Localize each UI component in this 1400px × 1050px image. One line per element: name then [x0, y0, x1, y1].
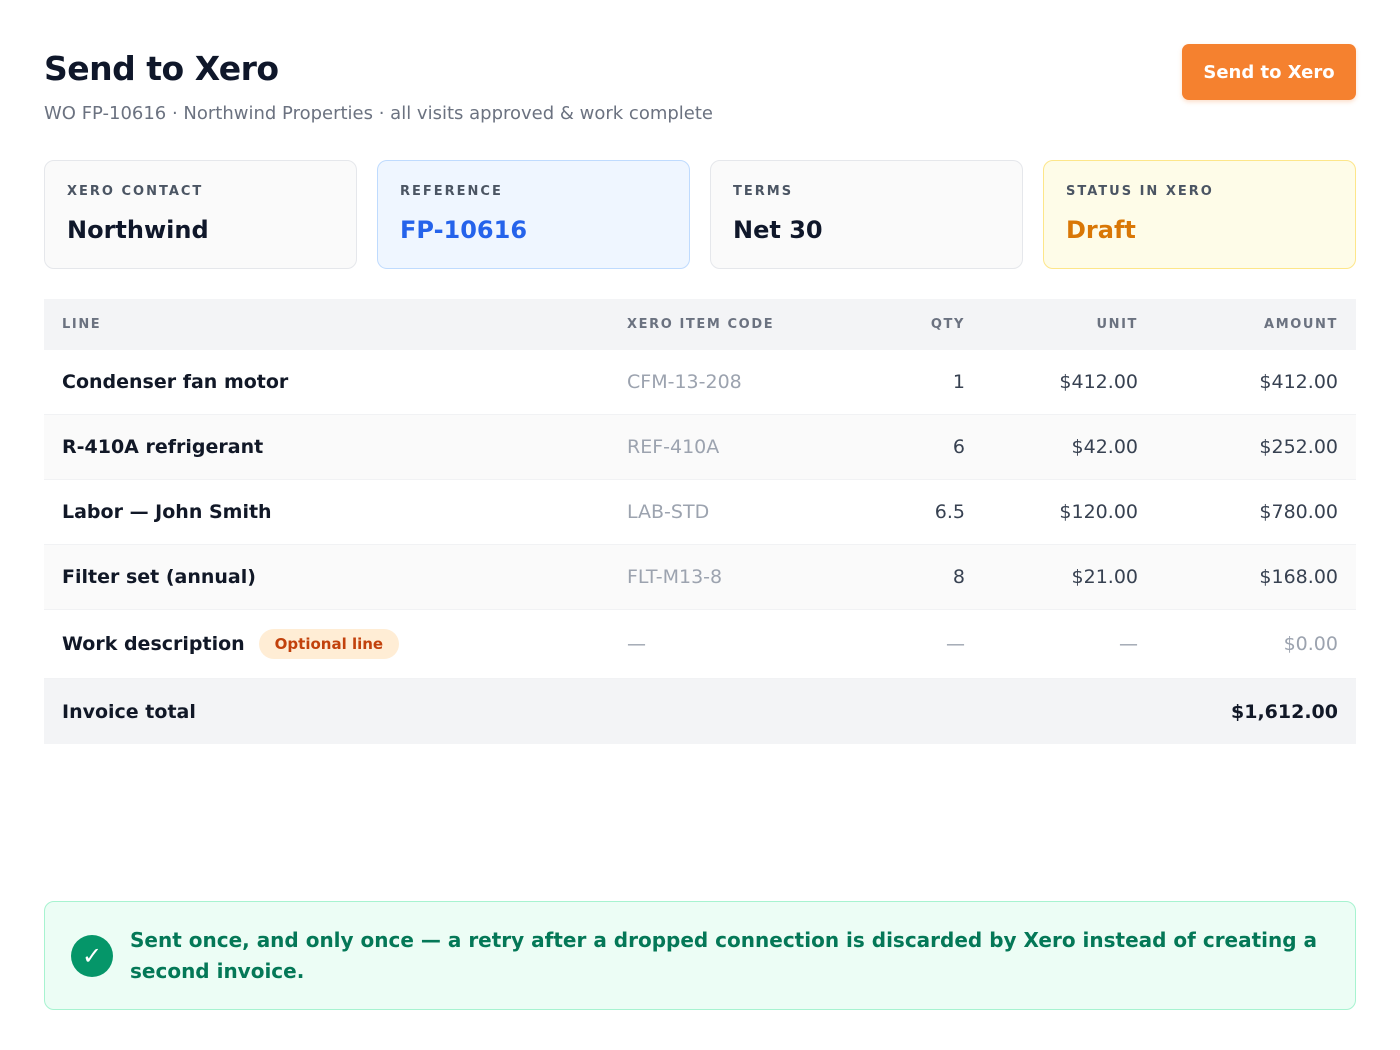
invoice-total-row: Invoice total $1,612.00: [44, 679, 1356, 744]
line-cell: Work description Optional line: [62, 629, 627, 659]
qty: 6: [952, 436, 965, 458]
column-header-unit: UNIT: [1096, 317, 1138, 332]
amount: $0.00: [1283, 633, 1338, 655]
card-label: REFERENCE: [400, 184, 503, 199]
notice-text: Sent once, and only once — a retry after…: [130, 927, 1318, 983]
item-code: LAB-STD: [627, 501, 710, 523]
unit-price: —: [1119, 633, 1138, 655]
page-header: Send to Xero WO FP-10616 · Northwind Pro…: [44, 44, 1356, 136]
table-header-row: LINE XERO ITEM CODE QTY UNIT AMOUNT: [44, 299, 1356, 350]
column-header-code: XERO ITEM CODE: [627, 317, 775, 332]
table-row-optional: Work description Optional line — — — $0.…: [44, 610, 1356, 679]
qty: 1: [952, 371, 965, 393]
card-label: STATUS IN XERO: [1066, 184, 1214, 199]
success-notice: ✓ Sent once, and only once — a retry aft…: [44, 901, 1356, 1010]
unit-price: $21.00: [1071, 566, 1138, 588]
table-row: Condenser fan motor CFM-13-208 1 $412.00…: [44, 350, 1356, 415]
amount: $252.00: [1259, 436, 1338, 458]
amount: $168.00: [1259, 566, 1338, 588]
line-name: R-410A refrigerant: [62, 436, 264, 458]
table-row: Filter set (annual) FLT-M13-8 8 $21.00 $…: [44, 545, 1356, 610]
card-status-in-xero: STATUS IN XERO Draft: [1043, 160, 1356, 269]
item-code: CFM-13-208: [627, 371, 742, 393]
invoice-lines-table: LINE XERO ITEM CODE QTY UNIT AMOUNT Cond…: [44, 299, 1356, 744]
card-terms: TERMS Net 30: [710, 160, 1023, 269]
unit-price: $42.00: [1071, 436, 1138, 458]
card-reference: REFERENCE FP-10616: [377, 160, 690, 269]
page-title: Send to Xero: [44, 49, 279, 88]
column-header-line: LINE: [62, 317, 102, 332]
card-value: FP-10616: [400, 216, 528, 244]
card-value: Net 30: [733, 216, 823, 244]
line-name: Filter set (annual): [62, 566, 256, 588]
item-code: FLT-M13-8: [627, 566, 723, 588]
invoice-total-label: Invoice total: [62, 700, 196, 723]
card-value: Northwind: [67, 216, 209, 244]
column-header-amount: AMOUNT: [1264, 317, 1338, 332]
line-name: Condenser fan motor: [62, 371, 289, 393]
qty: —: [946, 633, 965, 655]
line-name: Work description: [62, 633, 245, 655]
amount: $780.00: [1259, 501, 1338, 523]
table-row: Labor — John Smith LAB-STD 6.5 $120.00 $…: [44, 480, 1356, 545]
send-to-xero-button[interactable]: Send to Xero: [1182, 44, 1356, 100]
unit-price: $120.00: [1059, 501, 1138, 523]
item-code: REF-410A: [627, 436, 720, 458]
summary-cards: XERO CONTACT Northwind REFERENCE FP-1061…: [44, 160, 1356, 270]
table-row: R-410A refrigerant REF-410A 6 $42.00 $25…: [44, 415, 1356, 480]
invoice-total-value: $1,612.00: [1231, 700, 1338, 723]
item-code: —: [627, 633, 646, 655]
page-subtitle: WO FP-10616 · Northwind Properties · all…: [44, 103, 714, 124]
card-label: TERMS: [733, 184, 794, 199]
optional-line-badge: Optional line: [258, 629, 400, 659]
status-value: Draft: [1066, 216, 1136, 244]
unit-price: $412.00: [1059, 371, 1138, 393]
card-xero-contact: XERO CONTACT Northwind: [44, 160, 357, 269]
card-label: XERO CONTACT: [67, 184, 204, 199]
qty: 8: [952, 566, 965, 588]
amount: $412.00: [1259, 371, 1338, 393]
check-icon: ✓: [71, 934, 113, 977]
column-header-qty: QTY: [930, 317, 965, 332]
qty: 6.5: [934, 501, 965, 523]
line-name: Labor — John Smith: [62, 501, 272, 523]
